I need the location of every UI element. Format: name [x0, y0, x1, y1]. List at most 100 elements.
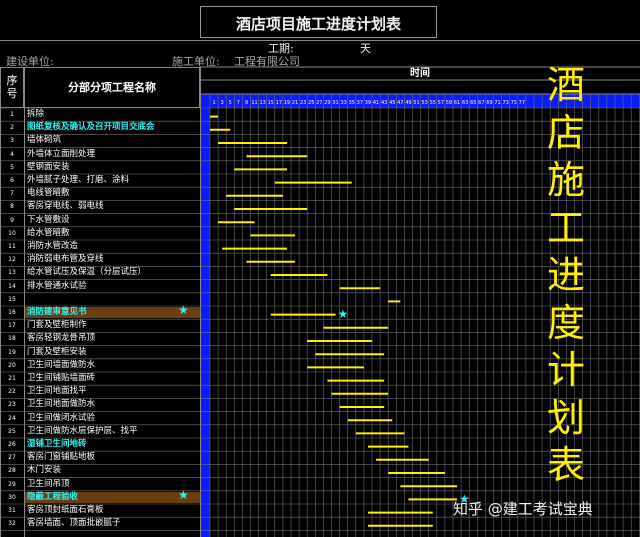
day-tick-label: 77 [519, 100, 525, 106]
row-task-name: 卫生间地面找平 [27, 386, 87, 397]
row-seq: 9 [10, 216, 14, 224]
row-seq: 6 [10, 177, 14, 184]
day-tick-label: 61 [454, 100, 460, 106]
row-task-name: 卫生间墙面做防水 [27, 359, 96, 370]
overlay-title: 酒店施工进度计划表 [543, 62, 589, 490]
day-tick-label: 5 [229, 100, 232, 106]
day-tick-label: 17 [276, 100, 282, 106]
row-seq: 8 [10, 203, 14, 211]
day-tick-label: 35 [349, 100, 355, 106]
row-task-name: 木门安装 [27, 465, 62, 476]
day-tick-label: 75 [511, 100, 517, 106]
row-seq: 22 [8, 388, 16, 396]
row-task-name: 消防建审意见书 [25, 307, 200, 319]
day-tick-label: 55 [430, 100, 436, 106]
day-tick-label: 33 [340, 100, 346, 106]
row-seq: 16 [8, 309, 16, 316]
row-seq: 31 [8, 507, 16, 514]
row-task-name: 壁钢面安装 [27, 161, 70, 172]
day-tick-label: 29 [324, 100, 330, 106]
row-task-name: 外墙体立面削处理 [27, 148, 96, 159]
row-seq: 26 [8, 441, 16, 448]
row-task-name: 给水管试压及保温（分层试压） [27, 267, 147, 278]
row-seq: 2 [10, 124, 14, 132]
row-seq: 28 [8, 467, 16, 475]
day-tick-label: 45 [389, 100, 395, 106]
row-seq: 18 [8, 335, 16, 343]
row-seq: 20 [8, 361, 16, 369]
row-seq: 21 [8, 375, 16, 382]
day-tick-label: 15 [268, 100, 274, 106]
row-task-name: 客房轻钢龙骨吊顶 [27, 333, 96, 344]
watermark: 知乎 @建工考试宝典 [453, 500, 593, 518]
row-seq: 17 [8, 322, 16, 330]
row-seq: 24 [8, 414, 16, 422]
day-tick-label: 19 [284, 100, 290, 106]
overlay-title-char: 工 [546, 205, 585, 250]
row-seq: 15 [8, 295, 16, 303]
row-task-name: 卫生间铺贴墙面砖 [27, 373, 96, 383]
row-seq: 25 [8, 427, 16, 435]
row-task-name: 卫生间做闭水试验 [27, 412, 96, 423]
day-tick-label: 9 [245, 100, 248, 106]
day-tick-label: 11 [251, 100, 257, 106]
day-tick-label: 49 [405, 100, 411, 106]
row-task-name: 外墙腻子处理、打磨、涂料 [27, 175, 130, 185]
milestone-star-icon: ★ [178, 303, 189, 317]
row-task-name: 客房穿电线、弱电线 [27, 201, 104, 212]
row-task-name: 给水管暗敷 [27, 227, 70, 238]
row-task-name: 拆除 [27, 109, 45, 119]
overlay-title-char: 施 [546, 158, 585, 202]
row-seq: 11 [8, 243, 16, 250]
milestone-star-marker: ★ [338, 307, 349, 321]
overlay-title-char: 酒 [546, 63, 585, 107]
row-task-name: 门套及壁柜制作 [27, 320, 87, 331]
day-tick-label: 25 [308, 100, 314, 106]
row-seq: 23 [8, 401, 16, 409]
day-tick-label: 67 [478, 100, 484, 106]
row-task-name: 电线管暗敷 [27, 188, 70, 199]
row-seq: 3 [10, 137, 14, 145]
day-tick-label: 31 [332, 100, 338, 106]
day-tick-label: 41 [373, 100, 379, 106]
overlay-title-char: 店 [546, 110, 585, 155]
day-tick-label: 7 [237, 100, 240, 106]
row-task-name: 消防水管改造 [27, 241, 79, 251]
row-task-name: 客房墙面、顶面批嵌腻子 [27, 518, 121, 529]
day-tick-label: 57 [438, 100, 444, 106]
day-tick-label: 1 [212, 100, 215, 106]
row-seq: 7 [10, 190, 14, 198]
row-seq: 14 [8, 282, 16, 290]
row-task-name: 消防弱电布管及穿线 [27, 254, 104, 265]
day-tick-label: 63 [462, 100, 468, 106]
overlay-title-char: 计 [546, 348, 585, 392]
row-seq: 5 [10, 163, 14, 171]
row-task-name: 墙体砌筑 [27, 135, 62, 146]
day-tick-label: 13 [259, 100, 265, 106]
row-task-name: 客房门窗铺贴地板 [27, 452, 96, 463]
row-task-name: 湿铺卫生间地砖 [27, 439, 87, 449]
row-task-name: 图纸复核及确认及召开项目交底会 [27, 122, 155, 133]
row-task-name: 隐蔽工程验收 [25, 491, 200, 503]
row-seq: 29 [8, 480, 16, 488]
day-tick-label: 73 [502, 100, 508, 106]
row-task-name: 门套及壁柜安装 [27, 346, 87, 357]
overlay-title-char: 划 [546, 395, 585, 440]
day-tick-label: 47 [397, 100, 403, 106]
row-seq: 10 [8, 229, 16, 237]
row-seq: 4 [10, 150, 14, 158]
start-column-band [200, 108, 210, 537]
overlay-title-char: 进 [546, 253, 585, 297]
row-task-name: 卫生间地面做防水 [27, 399, 96, 410]
day-tick-label: 21 [292, 100, 298, 106]
day-tick-label: 27 [316, 100, 322, 106]
day-tick-label: 3 [221, 100, 224, 106]
row-task-name: 卫生间做防水层保护层、找平 [27, 425, 138, 436]
day-tick-label: 39 [365, 100, 371, 106]
overlay-title-char: 表 [546, 443, 585, 487]
day-tick-label: 53 [421, 100, 427, 106]
row-seq: 19 [8, 348, 16, 356]
row-seq: 30 [8, 493, 16, 501]
day-tick-label: 59 [446, 100, 452, 106]
row-seq: 27 [8, 454, 16, 462]
